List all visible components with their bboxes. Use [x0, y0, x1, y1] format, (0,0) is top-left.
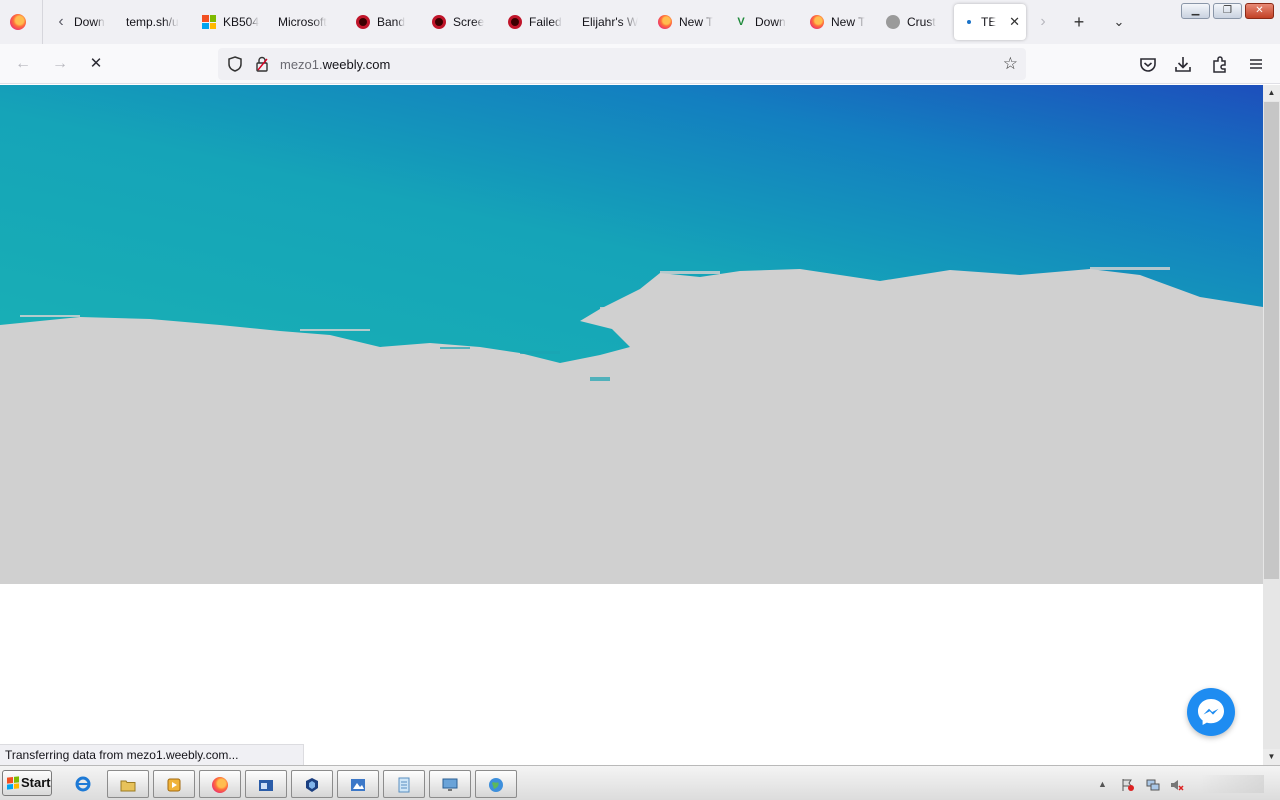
tab-label: Band: [377, 15, 406, 29]
loading-dot-icon: [967, 20, 971, 24]
network-icon[interactable]: [1146, 778, 1160, 792]
navigation-toolbar: ← → ✕ mezo1.weebly.com ☆: [0, 44, 1280, 84]
tracking-protection-shield-icon[interactable]: [228, 56, 242, 72]
scroll-up-icon[interactable]: ▲: [1263, 85, 1280, 101]
hero-banner: [0, 85, 1263, 584]
vb-icon: V: [737, 16, 745, 28]
tab-1[interactable]: temp.sh/u: [118, 4, 190, 40]
tab-active[interactable]: TE ✕: [954, 4, 1026, 40]
taskbar-image-editor[interactable]: [337, 770, 379, 798]
firefox-view-icon[interactable]: [10, 14, 26, 30]
back-icon[interactable]: ←: [12, 53, 34, 75]
extensions-icon[interactable]: [1210, 54, 1230, 74]
firefox-icon: [658, 15, 672, 29]
tab-11[interactable]: Crust: [878, 4, 952, 40]
taskbar-explorer[interactable]: [107, 770, 149, 798]
shell-icon: [886, 15, 900, 29]
tab-label: Down: [755, 15, 786, 29]
taskbar-app-blue[interactable]: [245, 770, 287, 798]
url-domain: weebly.com: [322, 57, 391, 72]
tab-2[interactable]: KB504: [194, 4, 268, 40]
messenger-chat-button[interactable]: [1187, 688, 1235, 736]
taskbar-globe-app[interactable]: [475, 770, 517, 798]
messenger-icon: [1198, 699, 1224, 725]
close-tab-icon[interactable]: ✕: [1009, 14, 1020, 30]
internet-explorer-icon[interactable]: [74, 775, 92, 793]
tab-separator: [42, 0, 43, 44]
hero-brushstroke-graphic: [0, 85, 1263, 381]
tab-4[interactable]: Band: [348, 4, 422, 40]
pocket-icon[interactable]: [1138, 54, 1158, 74]
record-icon: [356, 15, 370, 29]
firefox-icon: [212, 777, 228, 793]
vertical-scrollbar[interactable]: ▲ ▼: [1263, 85, 1280, 765]
tray-expand-icon[interactable]: ▲: [1098, 779, 1112, 793]
tab-strip: ‹ Down temp.sh/u KB504 Microsoft Band Sc…: [0, 0, 1280, 44]
taskbar-firefox[interactable]: [199, 770, 241, 798]
tab-7[interactable]: Elijahr's W: [574, 4, 648, 40]
record-icon: [432, 15, 446, 29]
tab-label: New T: [679, 15, 714, 29]
monitor-icon: [442, 778, 458, 791]
tab-label: TE: [981, 15, 997, 29]
image-editor-icon: [351, 779, 365, 791]
tab-5[interactable]: Scree: [424, 4, 496, 40]
status-panel: Transferring data from mezo1.weebly.com.…: [0, 744, 304, 765]
tab-scroll-right-icon[interactable]: ›: [1034, 12, 1052, 32]
tab-label: Elijahr's W: [582, 15, 639, 29]
scrollbar-thumb[interactable]: [1264, 102, 1279, 579]
tab-3[interactable]: Microsoft: [270, 4, 346, 40]
tab-label: New T: [831, 15, 866, 29]
page-viewport: [0, 85, 1263, 765]
folder-icon: [120, 780, 136, 792]
restore-icon[interactable]: ❐: [1213, 3, 1242, 19]
tab-label: Microsoft: [278, 15, 327, 29]
notepad-icon: [398, 777, 410, 793]
address-bar[interactable]: mezo1.weebly.com ☆: [218, 48, 1026, 80]
volume-muted-icon[interactable]: [1170, 778, 1184, 792]
start-button[interactable]: Start: [2, 770, 52, 796]
action-center-flag-icon[interactable]: [1121, 778, 1135, 792]
taskbar-notepad[interactable]: [383, 770, 425, 798]
url-subdomain: mezo1.: [280, 57, 323, 72]
tab-label: Failed: [529, 15, 562, 29]
taskbar-remote-desktop[interactable]: [429, 770, 471, 798]
tab-label: KB504: [223, 15, 260, 29]
taskbar-media-player[interactable]: [153, 770, 195, 798]
tab-label: temp.sh/u: [126, 15, 179, 29]
stop-loading-icon[interactable]: ✕: [85, 53, 107, 75]
clock-area[interactable]: [1200, 775, 1264, 793]
tab-9[interactable]: V Down: [726, 4, 800, 40]
start-label: Start: [21, 775, 51, 790]
globe-icon: [489, 778, 503, 792]
tab-0[interactable]: Down: [66, 4, 116, 40]
tab-6[interactable]: Failed: [500, 4, 572, 40]
firefox-icon: [810, 15, 824, 29]
list-all-tabs-icon[interactable]: ⌄: [1109, 12, 1129, 32]
virtualbox-icon: [306, 778, 318, 792]
bookmark-star-icon[interactable]: ☆: [1003, 54, 1018, 74]
media-player-icon: [167, 778, 181, 792]
app-window-icon: [259, 780, 273, 791]
new-tab-icon[interactable]: +: [1069, 12, 1089, 32]
forward-icon[interactable]: →: [49, 53, 71, 75]
minimize-icon[interactable]: ▁: [1181, 3, 1210, 19]
tab-label: Scree: [453, 15, 485, 29]
scroll-down-icon[interactable]: ▼: [1263, 749, 1280, 765]
downloads-icon[interactable]: [1173, 54, 1193, 74]
menu-hamburger-icon[interactable]: [1246, 54, 1266, 74]
record-icon: [508, 15, 522, 29]
tab-label: Crust: [907, 15, 936, 29]
tab-label: Down: [74, 15, 105, 29]
taskbar: Start ▲: [0, 765, 1280, 800]
url-text: mezo1.weebly.com: [280, 57, 390, 72]
windows-flag-icon: [7, 776, 19, 790]
lock-icon[interactable]: [256, 56, 268, 72]
microsoft-logo-icon: [202, 15, 216, 29]
taskbar-virtualbox[interactable]: [291, 770, 333, 798]
close-window-icon[interactable]: ✕: [1245, 3, 1274, 19]
tab-10[interactable]: New T: [802, 4, 876, 40]
tab-8[interactable]: New T: [650, 4, 724, 40]
